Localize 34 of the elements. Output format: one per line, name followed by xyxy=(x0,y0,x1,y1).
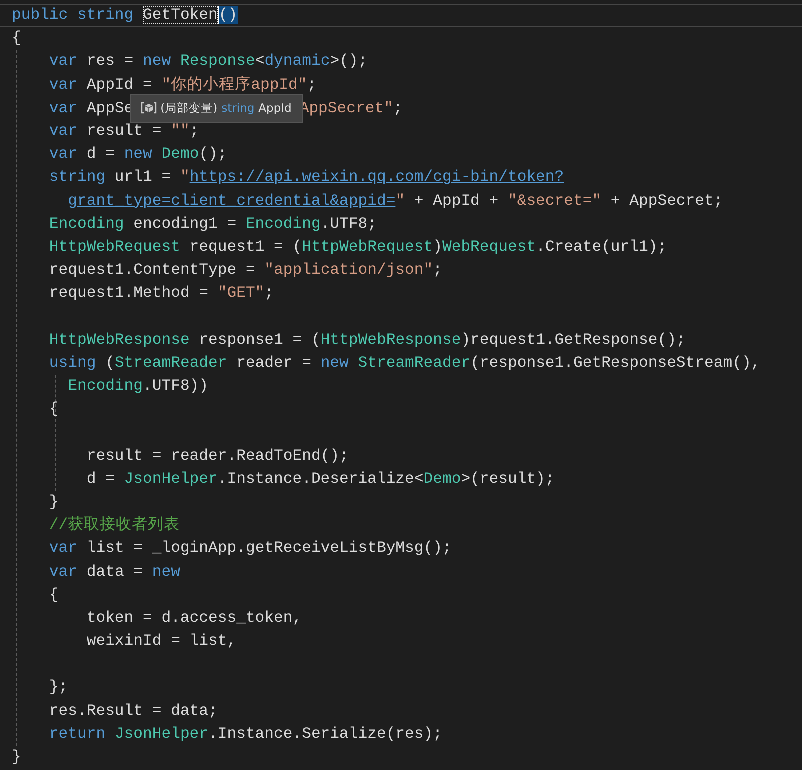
url-link[interactable]: grant_type=client_credential&appid= xyxy=(68,192,396,210)
code-text: { xyxy=(48,586,59,604)
code-text: } xyxy=(48,492,59,511)
code-text: //获取接收者列表 xyxy=(48,516,180,534)
code-text: return JsonHelper.Instance.Serialize(res); xyxy=(48,724,442,743)
code-text: HttpWebRequest request1 = (HttpWebRequest)WebRequest.Create(url1); xyxy=(48,238,668,256)
code-text: weixinId = list, xyxy=(86,632,237,650)
code-text: token = d.access_token, xyxy=(86,608,302,627)
code-text: var res = new Response<dynamic>(); xyxy=(48,52,368,70)
code-text: " + AppId + "&secret=" + AppSecret; xyxy=(396,192,724,210)
code-text: using (StreamReader reader = new StreamReader(response1.GetResponseStream(), xyxy=(48,354,761,372)
code-text: AppSecret"; xyxy=(300,99,403,118)
code-text: { xyxy=(48,400,59,418)
code-text: HttpWebResponse response1 = (HttpWebResponse)request1.GetResponse(); xyxy=(48,330,686,349)
tooltip-text: (局部变量) string AppId xyxy=(160,101,292,116)
code-text: public string GetToken() xyxy=(12,6,238,24)
cube-icon xyxy=(140,102,157,114)
code-text: } xyxy=(12,748,22,766)
code-text: var d = new Demo(); xyxy=(48,145,228,164)
code-text: request1.Method = "GET"; xyxy=(48,284,274,302)
code-text: var list = _loginApp.getReceiveListByMsg(); xyxy=(48,539,452,558)
code-text: d = JsonHelper.Instance.Deserialize<Demo>(result); xyxy=(86,470,555,488)
code-text: string url1 = " xyxy=(48,168,190,186)
code-text: Encoding encoding1 = Encoding.UTF8; xyxy=(48,214,377,233)
url-link[interactable]: https://api.weixin.qq.com/cgi-bin/token? xyxy=(190,168,564,186)
code-text: res.Result = data; xyxy=(48,702,218,720)
code-text: { xyxy=(12,29,22,48)
code-text: Encoding.UTF8)) xyxy=(67,377,209,395)
code-text: result = reader.ReadToEnd(); xyxy=(86,446,349,465)
code-text: }; xyxy=(48,678,68,696)
code-text: var data = new xyxy=(48,562,180,580)
code-text: var AppId = "你的小程序appId"; xyxy=(48,76,317,94)
code-text: var result = ""; xyxy=(48,122,200,140)
code-text: request1.ContentType = "application/json"; xyxy=(48,261,442,280)
